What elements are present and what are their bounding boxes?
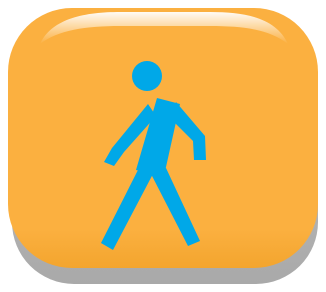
- pedestrian-button-canvas: [0, 0, 326, 292]
- pedestrian-button-graphic: [8, 8, 318, 284]
